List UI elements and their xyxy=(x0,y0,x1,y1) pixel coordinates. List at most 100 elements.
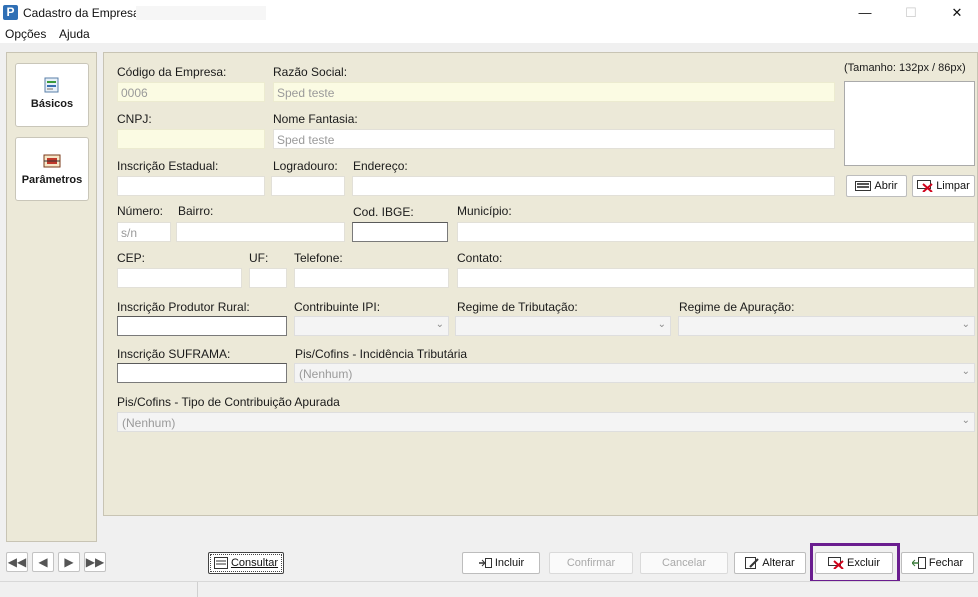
first-record-button[interactable]: ◀◀ xyxy=(6,552,28,572)
bairro-field[interactable] xyxy=(176,222,345,242)
excluir-label: Excluir xyxy=(846,557,880,569)
piscofins-incidencia-label: Pis/Cofins - Incidência Tributária xyxy=(295,347,468,361)
piscofins-incidencia-value: (Nenhum) xyxy=(299,367,353,381)
limpar-label: Limpar xyxy=(936,180,970,192)
nav-basicos-label: Básicos xyxy=(30,98,74,110)
excluir-button[interactable]: Excluir xyxy=(815,552,893,574)
limpar-image-button[interactable]: Limpar xyxy=(912,175,975,197)
nav-basicos-button[interactable]: Básicos xyxy=(15,63,89,127)
left-nav-panel: Básicos Parâmetros xyxy=(6,52,97,542)
search-list-icon xyxy=(213,557,228,569)
produtor-rural-field[interactable] xyxy=(117,316,287,336)
produtor-rural-label: Inscrição Produtor Rural: xyxy=(117,300,250,314)
fechar-button[interactable]: Fechar xyxy=(901,552,974,574)
ipi-select[interactable]: ⌄ xyxy=(294,316,449,336)
regime-tributacao-select[interactable]: ⌄ xyxy=(455,316,671,336)
consultar-button[interactable]: Consultar xyxy=(208,552,284,574)
confirmar-label: Confirmar xyxy=(566,557,616,569)
keyboard-icon xyxy=(855,181,872,191)
numero-field[interactable]: s/n xyxy=(117,222,171,242)
bairro-label: Bairro: xyxy=(178,204,214,218)
ibge-field[interactable] xyxy=(352,222,448,242)
basicos-icon xyxy=(44,77,59,93)
regime-apuracao-select[interactable]: ⌄ xyxy=(678,316,975,336)
prev-arrow-icon: ◀ xyxy=(38,555,48,569)
piscofins-tipo-value: (Nenhum) xyxy=(122,416,176,430)
edit-icon xyxy=(745,557,760,569)
parametros-icon xyxy=(43,154,61,168)
consultar-label: Consultar xyxy=(230,557,279,569)
maximize-button[interactable]: ☐ xyxy=(888,0,934,25)
nav-parametros-button[interactable]: Parâmetros xyxy=(15,137,89,201)
cancelar-label: Cancelar xyxy=(661,557,707,569)
endereco-label: Endereço: xyxy=(353,159,408,173)
app-icon: P xyxy=(3,5,18,20)
chevron-down-icon: ⌄ xyxy=(657,319,666,330)
incluir-label: Incluir xyxy=(494,557,525,569)
uf-label: UF: xyxy=(249,251,269,265)
telefone-label: Telefone: xyxy=(294,251,343,265)
piscofins-tipo-select[interactable]: (Nenhum) ⌄ xyxy=(117,412,975,432)
confirmar-button[interactable]: Confirmar xyxy=(549,552,633,574)
status-bar xyxy=(0,581,978,597)
suframa-field[interactable] xyxy=(117,363,287,383)
ie-label: Inscrição Estadual: xyxy=(117,159,219,173)
close-button[interactable]: ✕ xyxy=(934,0,978,25)
title-bar: P Cadastro da Empresa — ☐ ✕ xyxy=(0,0,978,25)
logo-image-box xyxy=(844,81,975,166)
nome-fantasia-field[interactable]: Sped teste xyxy=(273,129,835,149)
incluir-button[interactable]: Incluir xyxy=(462,552,540,574)
prev-record-button[interactable]: ◀ xyxy=(32,552,54,572)
chevron-down-icon: ⌄ xyxy=(961,366,970,377)
last-arrow-icon: ▶▶ xyxy=(85,555,105,569)
nome-fantasia-label: Nome Fantasia: xyxy=(273,112,358,126)
chevron-down-icon: ⌄ xyxy=(435,319,444,330)
regime-tributacao-label: Regime de Tributação: xyxy=(457,300,578,314)
delete-icon xyxy=(827,557,844,569)
telefone-field[interactable] xyxy=(294,268,449,288)
municipio-field[interactable] xyxy=(457,222,975,242)
razao-social-label: Razão Social: xyxy=(273,65,348,79)
ipi-label: Contribuinte IPI: xyxy=(294,300,381,314)
contato-field[interactable] xyxy=(457,268,975,288)
alterar-button[interactable]: Alterar xyxy=(734,552,806,574)
logradouro-field[interactable] xyxy=(271,176,345,196)
cep-field[interactable] xyxy=(117,268,242,288)
menu-bar: Opções Ajuda xyxy=(0,25,978,43)
window-title: Cadastro da Empresa xyxy=(23,6,140,20)
alterar-label: Alterar xyxy=(762,557,795,569)
clear-icon xyxy=(917,180,933,192)
cnpj-field[interactable] xyxy=(117,129,265,149)
add-record-icon xyxy=(478,558,492,568)
fechar-label: Fechar xyxy=(928,557,964,569)
first-arrow-icon: ◀◀ xyxy=(7,555,27,569)
status-separator xyxy=(197,582,198,597)
chevron-down-icon: ⌄ xyxy=(961,319,970,330)
exit-icon xyxy=(911,557,926,569)
piscofins-tipo-label: Pis/Cofins - Tipo de Contribuição Apurad… xyxy=(117,395,340,409)
next-record-button[interactable]: ▶ xyxy=(58,552,80,572)
uf-field[interactable] xyxy=(249,268,287,288)
last-record-button[interactable]: ▶▶ xyxy=(84,552,106,572)
codigo-field[interactable]: 0006 xyxy=(117,82,265,102)
razao-social-field[interactable]: Sped teste xyxy=(273,82,835,102)
numero-label: Número: xyxy=(117,204,164,218)
cep-label: CEP: xyxy=(117,251,146,265)
regime-apuracao-label: Regime de Apuração: xyxy=(679,300,795,314)
menu-ajuda[interactable]: Ajuda xyxy=(59,27,90,41)
menu-opcoes[interactable]: Opções xyxy=(5,27,46,41)
codigo-label: Código da Empresa: xyxy=(117,65,227,79)
piscofins-incidencia-select[interactable]: (Nenhum) ⌄ xyxy=(294,363,975,383)
next-arrow-icon: ▶ xyxy=(64,555,74,569)
abrir-image-button[interactable]: Abrir xyxy=(846,175,907,197)
nav-parametros-label: Parâmetros xyxy=(21,174,83,186)
title-redacted xyxy=(136,6,266,20)
logradouro-label: Logradouro: xyxy=(273,159,338,173)
suframa-label: Inscrição SUFRAMA: xyxy=(117,347,231,361)
ie-field[interactable] xyxy=(117,176,265,196)
endereco-field[interactable] xyxy=(352,176,835,196)
cnpj-label: CNPJ: xyxy=(117,112,152,126)
minimize-button[interactable]: — xyxy=(842,0,888,25)
image-size-label: (Tamanho: 132px / 86px) xyxy=(844,62,966,74)
cancelar-button[interactable]: Cancelar xyxy=(640,552,728,574)
